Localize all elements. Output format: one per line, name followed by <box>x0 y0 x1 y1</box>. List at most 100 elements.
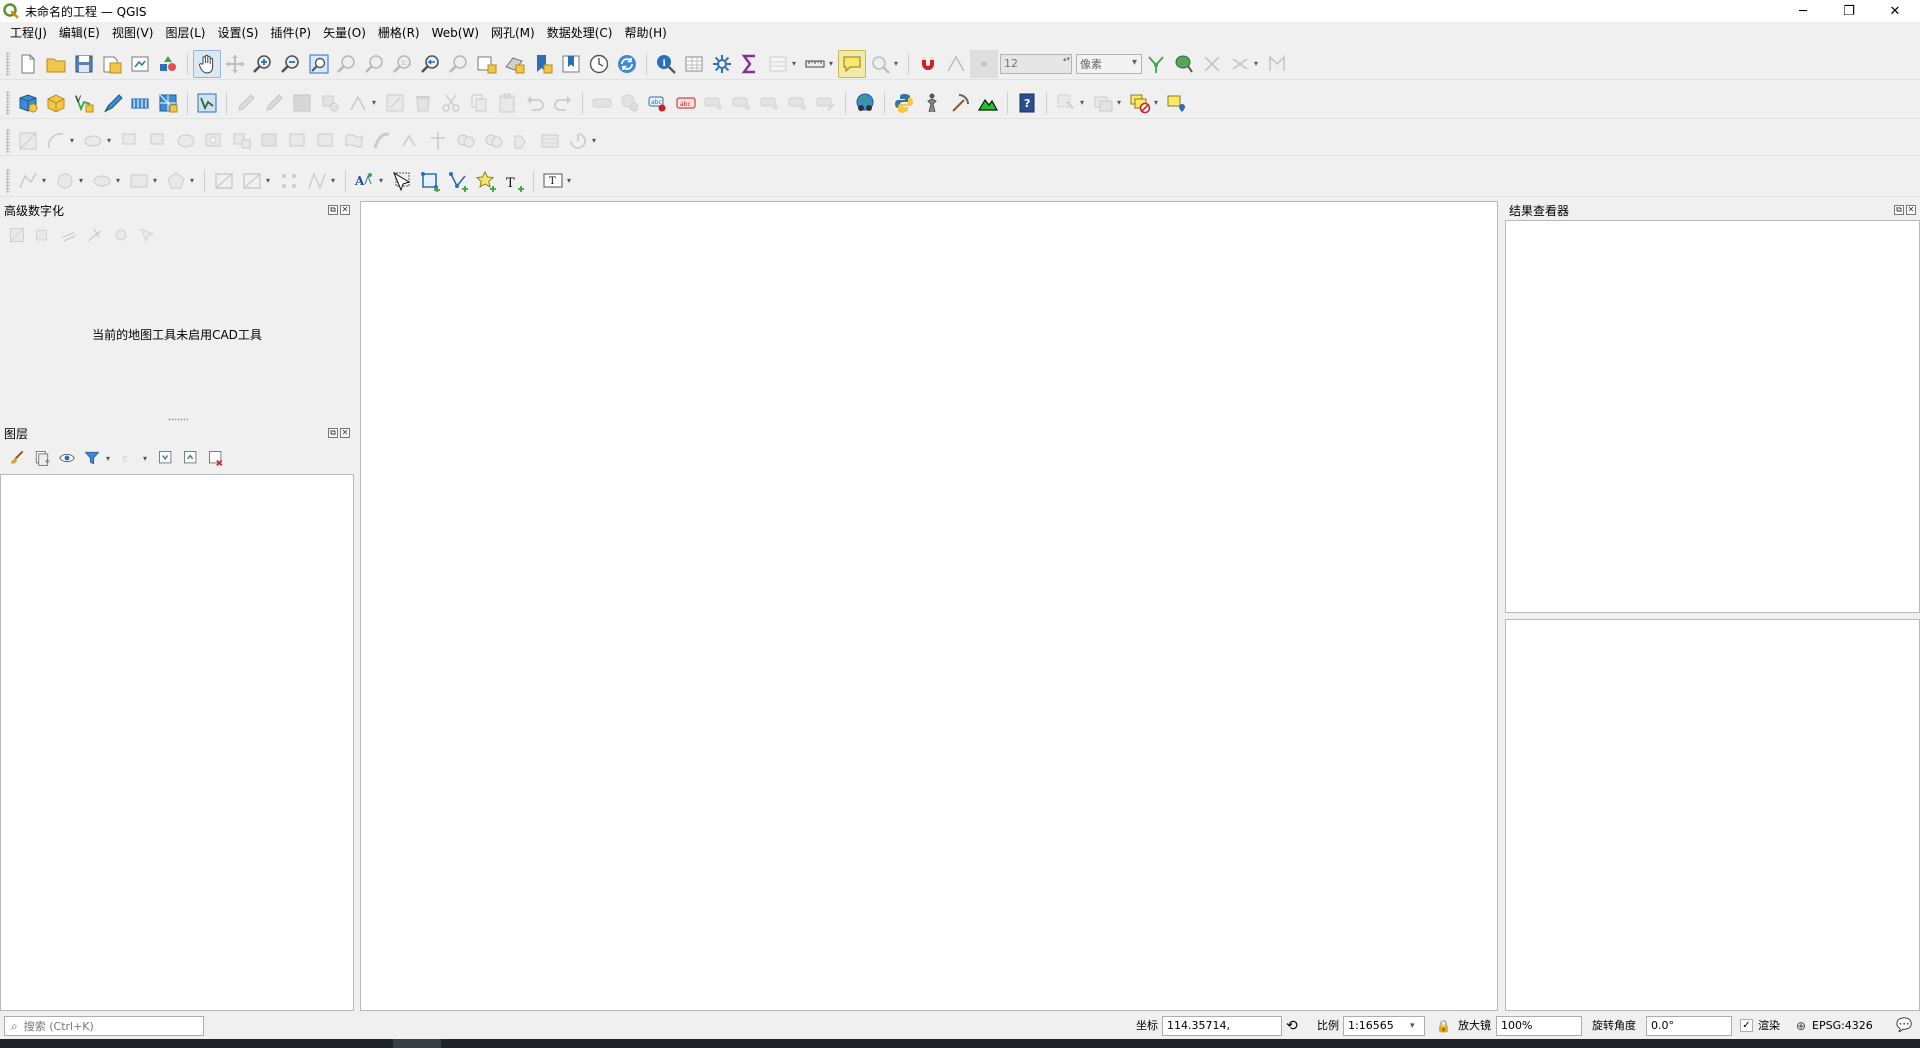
self-snap-dropdown[interactable]: ▾ <box>1254 50 1263 78</box>
snapping-tolerance-input[interactable]: 12 <box>1000 53 1072 74</box>
refresh-button[interactable] <box>613 50 641 78</box>
render-checkbox[interactable]: ✓ <box>1740 1019 1753 1032</box>
layer-diagram-button[interactable]: abc <box>644 89 672 117</box>
zoom-in-button[interactable] <box>249 50 277 78</box>
shape-digitizing-button[interactable] <box>14 167 42 195</box>
restore-button[interactable]: ❐ <box>1826 0 1872 22</box>
processing-toolbox-button[interactable] <box>708 50 736 78</box>
add-regular-polygon-button[interactable] <box>162 167 190 195</box>
create-polygon-annotation-button[interactable] <box>416 167 444 195</box>
digitize-dropdown[interactable]: ▾ <box>372 89 381 117</box>
filter-legend-button[interactable] <box>81 447 103 469</box>
zoom-last-button[interactable] <box>417 50 445 78</box>
menu-raster[interactable]: 栅格(R) <box>372 22 426 44</box>
toolbar-grip[interactable] <box>6 90 10 115</box>
add-ring-button[interactable] <box>200 127 228 155</box>
self-snap-button[interactable] <box>1226 50 1254 78</box>
add-group-button[interactable] <box>31 447 53 469</box>
add-rectangle-button[interactable] <box>125 167 153 195</box>
profile-tool-button[interactable] <box>974 89 1002 117</box>
zoom-to-layer-button[interactable] <box>361 50 389 78</box>
rotate-symbol-dropdown[interactable]: ▾ <box>592 127 601 155</box>
construction-mode-button[interactable] <box>32 224 54 246</box>
menu-settings[interactable]: 设置(S) <box>212 22 265 44</box>
menu-view[interactable]: 视图(V) <box>106 22 160 44</box>
mesh-select-button[interactable] <box>238 167 266 195</box>
georeferencer-button[interactable] <box>946 89 974 117</box>
results-list[interactable] <box>1505 220 1920 613</box>
merge-attributes-button[interactable] <box>536 127 564 155</box>
split-features-button[interactable] <box>452 127 480 155</box>
add-ellipse-shape-button[interactable] <box>88 167 116 195</box>
coordinate-field[interactable]: 114.35714, 30.64470 <box>1162 1016 1282 1048</box>
show-hide-labels-button[interactable] <box>728 89 756 117</box>
snapping-type-button[interactable] <box>970 49 998 78</box>
add-circle-button[interactable] <box>51 167 79 195</box>
python-console-button[interactable] <box>890 89 918 117</box>
label-toolbar-button[interactable] <box>588 89 616 117</box>
digitize-with-segment-button[interactable] <box>344 89 372 117</box>
text-annotation-button[interactable]: T <box>539 167 567 195</box>
pan-map-button[interactable] <box>193 49 221 78</box>
manage-map-themes-button[interactable] <box>56 447 78 469</box>
help-contents-button[interactable]: ? <box>1013 89 1041 117</box>
deselect-dropdown[interactable]: ▾ <box>1154 89 1163 117</box>
close-panel-icon[interactable]: ✕ <box>340 205 350 215</box>
mesh-select-dropdown[interactable]: ▾ <box>266 167 275 195</box>
trace-button[interactable] <box>1198 50 1226 78</box>
simplify-feature-button[interactable] <box>172 127 200 155</box>
deselect-features-button[interactable] <box>1126 89 1154 117</box>
crs-button[interactable]: EPSG:4326 <box>1812 1013 1873 1039</box>
plugin-search-button[interactable] <box>851 89 879 117</box>
expand-all-button[interactable] <box>155 447 177 469</box>
new-geopackage-layer-button[interactable] <box>42 89 70 117</box>
circular-string-dropdown[interactable]: ▾ <box>70 127 79 155</box>
mesh-breakline-dropdown[interactable]: ▾ <box>331 167 340 195</box>
statistical-summary-button[interactable] <box>736 50 764 78</box>
add-ellipse-button[interactable] <box>79 127 107 155</box>
delete-part-button[interactable] <box>312 127 340 155</box>
zoom-native-button[interactable]: 1:1 <box>389 50 417 78</box>
locator-search-input[interactable]: ⌕ 搜索 (Ctrl+K) <box>4 1016 204 1036</box>
menu-web[interactable]: Web(W) <box>426 22 485 44</box>
menu-layer[interactable]: 图层(L) <box>159 22 211 44</box>
open-attribute-table-button[interactable] <box>680 50 708 78</box>
rectangle-dropdown[interactable]: ▾ <box>153 167 162 195</box>
magnifier-field[interactable]: 100% <box>1496 1016 1582 1036</box>
rotation-field[interactable]: 0.0° <box>1646 1016 1732 1036</box>
paste-features-button[interactable] <box>493 89 521 117</box>
show-bookmarks-button[interactable] <box>557 50 585 78</box>
toggle-editing-button[interactable] <box>260 89 288 117</box>
save-as-button[interactable] <box>98 50 126 78</box>
cad-settings-button[interactable] <box>110 224 132 246</box>
parallel-button[interactable] <box>58 224 80 246</box>
delete-ring-button[interactable] <box>284 127 312 155</box>
add-point-feature-button[interactable] <box>316 89 344 117</box>
ellipse-dropdown[interactable]: ▾ <box>107 127 116 155</box>
split-parts-button[interactable] <box>480 127 508 155</box>
new-temporary-scratch-layer-button[interactable] <box>98 89 126 117</box>
open-project-button[interactable] <box>42 50 70 78</box>
pin-labels-button[interactable] <box>700 89 728 117</box>
add-part-button[interactable] <box>228 127 256 155</box>
messages-icon[interactable]: 💬 <box>1896 1013 1912 1039</box>
current-edits-button[interactable] <box>232 89 260 117</box>
toolbar-grip[interactable] <box>6 51 10 76</box>
data-source-manager-button[interactable] <box>14 89 42 117</box>
reshape-features-button[interactable] <box>340 127 368 155</box>
polygon-dropdown[interactable]: ▾ <box>190 167 199 195</box>
select-features-button[interactable] <box>1052 89 1080 117</box>
toggle-extents-icon[interactable]: ⟲ <box>1286 1013 1298 1039</box>
topological-editing-button[interactable] <box>1142 50 1170 78</box>
panel-splitter-handle[interactable] <box>168 418 188 421</box>
open-table-dropdown[interactable]: ▾ <box>792 50 801 78</box>
merge-features-button[interactable] <box>508 127 536 155</box>
snapping-toggle-button[interactable] <box>914 50 942 78</box>
temporal-controller-button[interactable] <box>585 50 613 78</box>
measure-dropdown[interactable]: ▾ <box>829 50 838 78</box>
move-label-button[interactable] <box>756 89 784 117</box>
toolbar-grip[interactable] <box>6 128 10 153</box>
map-tips-button[interactable] <box>838 49 866 78</box>
trim-extend-button[interactable] <box>424 127 452 155</box>
copy-features-button[interactable] <box>465 89 493 117</box>
